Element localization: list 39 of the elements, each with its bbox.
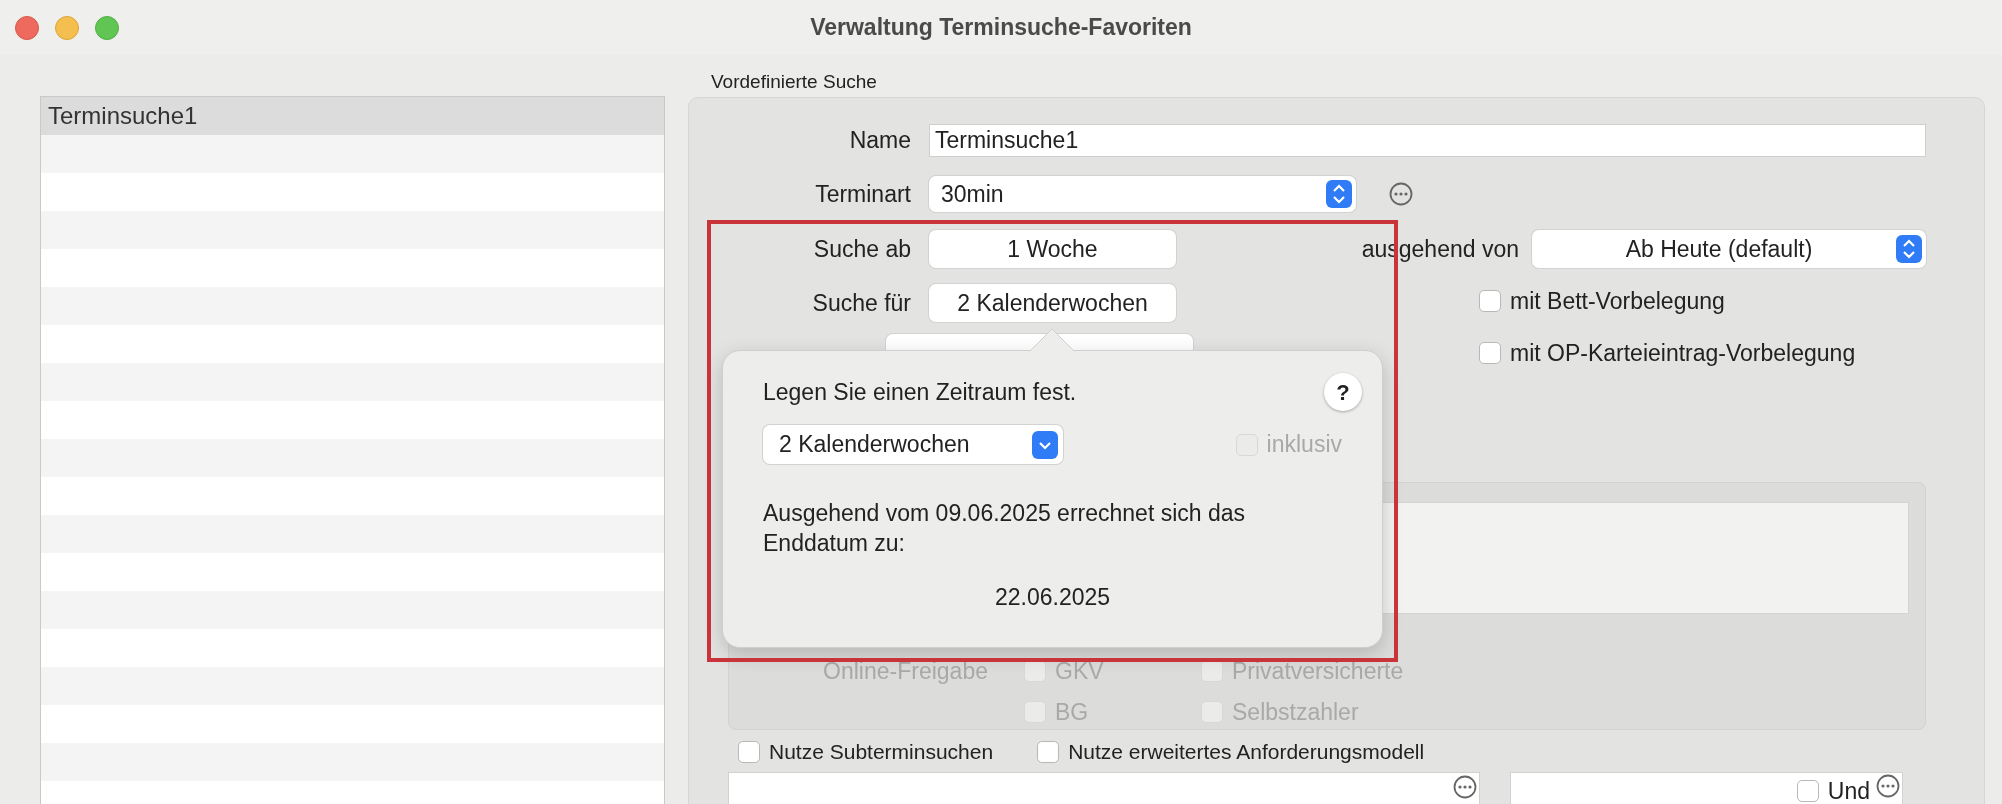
field-label: Terminart (814, 179, 911, 209)
checkbox-label: mit OP-Karteieintrag-Vorbelegung (1510, 338, 1856, 368)
popover-title: Legen Sie einen Zeitraum fest. (763, 377, 1077, 407)
field-label: Name (848, 126, 911, 156)
stepper-icon (1896, 235, 1922, 263)
field-label: Suche für (811, 288, 911, 318)
terminart-popup[interactable]: 30min (929, 176, 1356, 212)
group-title: Vordefinierte Suche (711, 70, 878, 94)
stepper-icon (1326, 180, 1352, 208)
input-field[interactable]: Und (1510, 771, 1903, 804)
checkbox-label: inklusiv (1266, 430, 1342, 460)
help-button[interactable]: ? (1324, 373, 1362, 411)
ausgehend-popup[interactable]: Ab Heute (default) (1532, 230, 1926, 268)
input-field[interactable] (728, 771, 1480, 804)
close-button[interactable] (15, 15, 39, 40)
zoom-button[interactable] (95, 15, 119, 40)
checkbox-label: mit Bett-Vorbelegung (1510, 287, 1725, 316)
checkbox-label: Nutze erweitertes Anforderungsmodell (1068, 739, 1425, 765)
period-select[interactable]: 2 Kalenderwochen (763, 425, 1063, 464)
checkbox-label: Und (1827, 776, 1870, 804)
field-label: Suche ab (812, 234, 911, 264)
period-button[interactable]: 2 Kalenderwochen (929, 284, 1176, 322)
name-field[interactable]: Terminsuche1 (929, 124, 1926, 157)
checkbox[interactable] (1037, 740, 1060, 763)
checkbox[interactable] (738, 740, 760, 763)
end-date: 22.06.2025 (993, 583, 1112, 612)
popover-message: Ausgehend vom 09.06.2025 errechnet sich das Enddatum zu: (763, 499, 1247, 558)
more-icon[interactable] (1453, 774, 1477, 799)
chevron-down-icon (1032, 430, 1058, 459)
checkbox[interactable] (1796, 779, 1819, 802)
period-button[interactable]: 1 Woche (929, 230, 1176, 268)
window-title: Verwaltung Terminsuche-Favoriten (810, 13, 1192, 43)
list-item[interactable]: Terminsuche1 (41, 97, 664, 135)
checkbox-label: Nutze Subterminsuchen (769, 739, 994, 765)
checkbox[interactable] (1479, 341, 1501, 364)
more-icon[interactable] (1876, 773, 1900, 798)
checkbox[interactable] (1479, 290, 1501, 313)
minimize-button[interactable] (55, 15, 79, 40)
more-icon[interactable] (1389, 182, 1413, 206)
